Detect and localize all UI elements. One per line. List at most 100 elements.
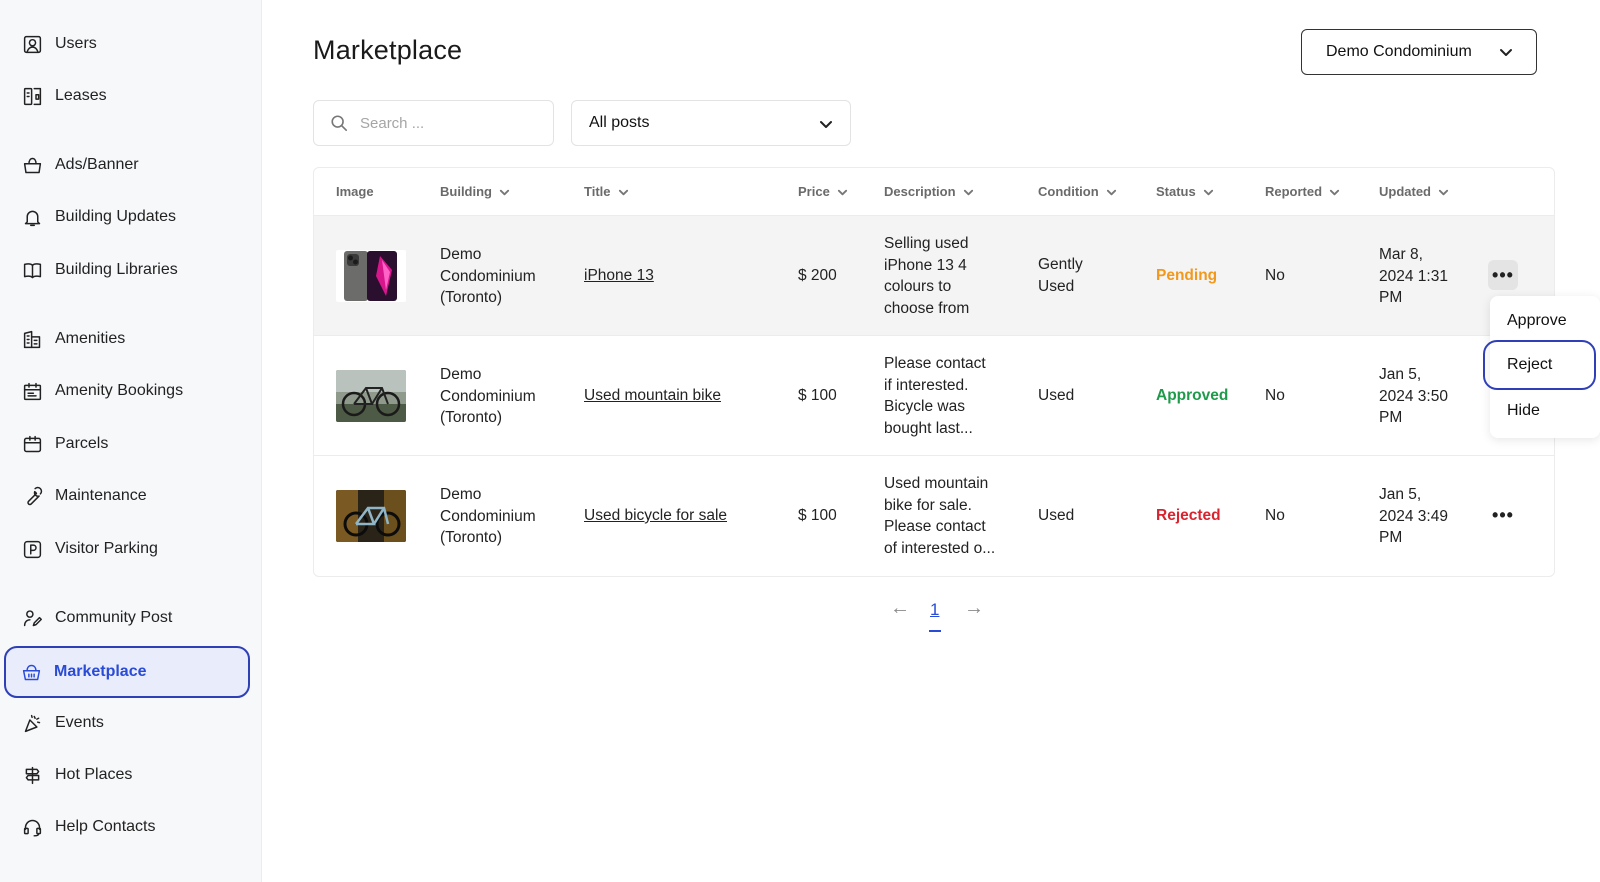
sidebar-item-label: Building Libraries [55,261,178,278]
next-page-button[interactable]: → [964,597,984,620]
column-header-building[interactable]: Building [440,184,510,199]
user-icon [21,33,43,55]
sidebar-item-help-contacts[interactable]: Help Contacts [4,803,250,851]
sidebar-item-events[interactable]: Events [4,699,250,747]
cell-line: Mar 8, [1379,246,1423,263]
description-cell: Used mountain bike for sale. Please contac… [884,473,995,559]
cell-line: Used [1038,277,1075,295]
more-actions-button[interactable]: ••• [1488,500,1518,530]
column-label: Status [1156,184,1196,199]
column-header-title[interactable]: Title [584,184,629,199]
building-icon [21,328,43,350]
status-badge: Pending [1156,267,1218,284]
sidebar-item-building-updates[interactable]: Building Updates [4,193,250,241]
sidebar-item-users[interactable]: Users [4,20,250,68]
previous-page-button[interactable]: ← [890,597,910,620]
column-label: Title [584,184,611,199]
reported-cell: No [1265,267,1285,284]
parcel-icon [21,433,43,455]
sidebar-item-label: Hot Places [55,766,133,783]
sidebar-item-label: Users [55,35,97,52]
basket-icon [20,661,42,683]
sidebar-item-ads-banner[interactable]: Ads/Banner [4,141,250,189]
status-badge: Rejected [1156,507,1221,524]
table-row: Demo Condominium (Toronto) Used mountain b… [314,335,1554,455]
title-link[interactable]: Used mountain bike [584,385,721,407]
column-label: Reported [1265,184,1323,199]
sidebar-item-visitor-parking[interactable]: Visitor Parking [4,525,250,573]
hide-menu-item[interactable]: Hide [1490,390,1600,432]
price-cell: $ 100 [798,507,837,524]
cell-line: PM [1379,409,1403,426]
more-actions-button[interactable]: ••• [1488,260,1518,290]
sidebar-item-building-libraries[interactable]: Building Libraries [4,246,250,294]
sidebar-item-label: Community Post [55,609,173,626]
chevron-down-icon [499,186,510,197]
sidebar-item-maintenance[interactable]: Maintenance [4,472,250,520]
sidebar-item-label: Amenity Bookings [55,382,184,399]
product-image[interactable] [336,370,406,422]
column-header-reported[interactable]: Reported [1265,184,1340,199]
condition-cell: Used [1038,385,1074,407]
cell-line: Demo [440,246,482,263]
cell-line: Used mountain [884,475,989,492]
cell-line: 2024 1:31 [1379,267,1448,285]
chevron-down-icon [1203,186,1214,197]
sidebar-item-amenity-bookings[interactable]: Amenity Bookings [4,367,250,415]
signpost-icon [21,764,43,786]
cell-line: choose from [884,299,970,317]
sidebar-item-hot-places[interactable]: Hot Places [4,751,250,799]
current-page-indicator [929,630,941,632]
sidebar-item-label: Events [55,714,104,731]
table-row: Demo Condominium (Toronto) iPhone 13 $ 200… [314,215,1554,335]
cell-line: (Toronto) [440,529,503,546]
cell-line: (Toronto) [440,289,503,306]
chevron-down-icon [618,186,629,197]
search-icon [330,114,348,132]
search-box[interactable] [313,100,554,146]
product-image[interactable] [336,250,406,302]
chevron-down-icon [1438,186,1449,197]
column-header-status[interactable]: Status [1156,184,1214,199]
column-header-condition[interactable]: Condition [1038,184,1117,199]
sidebar-item-community-post[interactable]: Community Post [4,594,250,642]
cell-line: of interested o... [884,539,996,557]
table-row: Demo Condominium (Toronto) Used bicycle fo… [314,455,1554,575]
post-filter-select[interactable]: All posts [571,100,851,146]
title-link[interactable]: Used bicycle for sale [584,505,727,527]
chevron-down-icon [837,186,848,197]
chevron-down-icon [963,186,974,197]
cell-line: Condominium [440,507,536,525]
building-select[interactable]: Demo Condominium [1301,29,1537,75]
building-cell: Demo Condominium (Toronto) [440,244,536,309]
sidebar-item-parcels[interactable]: Parcels [4,420,250,468]
cell-line: PM [1379,289,1403,306]
marketplace-table: Image Building Title Price Description C… [313,167,1555,577]
sidebar-item-label: Amenities [55,330,126,347]
cell-line: Bicycle was [884,398,965,415]
column-label: Price [798,184,830,199]
reject-menu-item[interactable]: Reject [1483,340,1596,390]
sidebar-item-label: Maintenance [55,487,147,504]
search-input[interactable] [360,114,530,132]
column-header-price[interactable]: Price [798,184,848,199]
approve-menu-item[interactable]: Approve [1490,300,1600,342]
product-image[interactable] [336,490,406,542]
headset-icon [21,816,43,838]
sidebar-item-label: Leases [55,87,107,104]
cell-line: Selling used [884,235,969,252]
page-title: Marketplace [313,35,463,65]
sidebar-item-marketplace[interactable]: Marketplace [4,646,250,698]
calendar-icon [21,380,43,402]
chevron-down-icon [1106,186,1117,197]
column-label: Updated [1379,184,1431,199]
cell-line: PM [1379,529,1403,546]
page-1-button[interactable]: 1 [930,600,939,620]
sidebar-item-leases[interactable]: Leases [4,72,250,120]
column-header-updated[interactable]: Updated [1379,184,1449,199]
building-cell: Demo Condominium (Toronto) [440,364,536,429]
sidebar-item-amenities[interactable]: Amenities [4,315,250,363]
column-header-description[interactable]: Description [884,184,974,199]
building-cell: Demo Condominium (Toronto) [440,484,536,549]
title-link[interactable]: iPhone 13 [584,265,654,287]
